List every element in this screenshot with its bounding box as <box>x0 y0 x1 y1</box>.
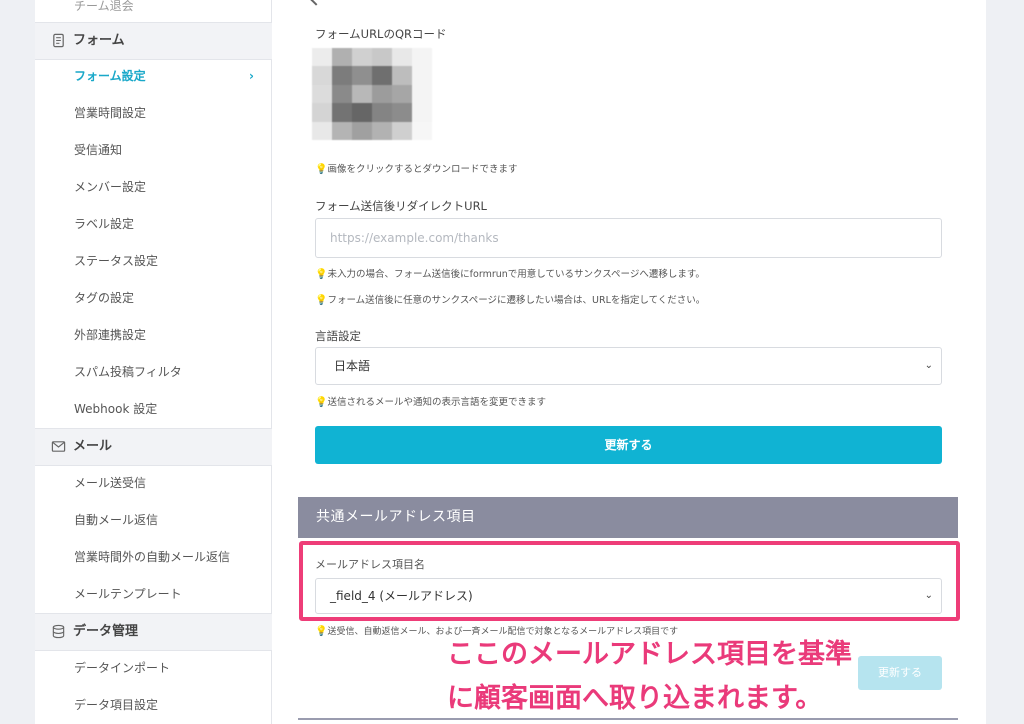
redirect-hint-1: 💡未入力の場合、フォーム送信後にformrunで用意しているサンクスページへ遷移… <box>315 269 705 280</box>
sidebar-item-label: フォーム設定 <box>74 69 146 83</box>
lightbulb-icon: 💡 <box>315 164 328 175</box>
sidebar-item-integrations[interactable]: 外部連携設定 <box>35 317 272 353</box>
sidebar-item-auto-reply[interactable]: 自動メール返信 <box>35 502 272 538</box>
update-button[interactable]: 更新する <box>315 426 942 464</box>
qr-code-image[interactable] <box>312 48 432 140</box>
email-panel-title: 共通メールアドレス項目 <box>298 497 958 538</box>
sidebar-section-label: フォーム <box>73 33 125 48</box>
sidebar-item-data-import[interactable]: データインポート <box>35 650 272 686</box>
sidebar-item-team-leave[interactable]: チーム退会 <box>35 0 272 24</box>
update-button-secondary[interactable]: 更新する <box>858 656 942 690</box>
sidebar-item-spam-filter[interactable]: スパム投稿フィルタ <box>35 354 272 390</box>
lightbulb-icon: 💡 <box>315 295 328 306</box>
annotation-line-2: に顧客画面へ取り込まれます。 <box>447 683 823 714</box>
sidebar-item-form-settings[interactable]: フォーム設定 › <box>35 58 272 94</box>
sidebar-item-tags[interactable]: タグの設定 <box>35 280 272 316</box>
document-icon <box>53 33 64 48</box>
sidebar-item-notifications[interactable]: 受信通知 <box>35 132 272 168</box>
redirect-url-input[interactable]: https://example.com/thanks <box>315 218 942 258</box>
sidebar-item-mail-templates[interactable]: メールテンプレート <box>35 576 272 612</box>
database-icon <box>52 624 65 639</box>
sidebar-section-mail: メール <box>35 428 272 466</box>
email-field-highlight-box <box>299 541 960 621</box>
cut-chevron-icon <box>310 0 322 6</box>
sidebar-item-status[interactable]: ステータス設定 <box>35 243 272 279</box>
mail-icon <box>51 441 66 452</box>
sidebar-item-mail-inbox[interactable]: メール送受信 <box>35 465 272 501</box>
qr-code-label: フォームURLのQRコード <box>315 27 447 41</box>
redirect-url-label: フォーム送信後リダイレクトURL <box>315 199 487 213</box>
lightbulb-icon: 💡 <box>315 397 328 408</box>
sidebar-section-data: データ管理 <box>35 613 272 651</box>
language-hint: 💡送信されるメールや通知の表示言語を変更できます <box>315 397 546 408</box>
language-label: 言語設定 <box>315 329 361 343</box>
language-select[interactable]: 日本語 ⌄ <box>315 347 942 385</box>
lightbulb-icon: 💡 <box>315 269 328 280</box>
sidebar-item-webhook[interactable]: Webhook 設定 <box>35 391 272 427</box>
redirect-hint-2: 💡フォーム送信後に任意のサンクスページに遷移したい場合は、URLを指定してくださ… <box>315 295 706 306</box>
sidebar-section-label: メール <box>73 439 113 454</box>
annotation-line-1: ここのメールアドレス項目を基準 <box>447 639 852 670</box>
sidebar-item-labels[interactable]: ラベル設定 <box>35 206 272 242</box>
main-content: フォームURLのQRコード 💡画像をクリックするとダウンロードできます フォーム… <box>272 0 986 724</box>
sidebar-section-label: データ管理 <box>73 624 139 639</box>
chevron-down-icon: ⌄ <box>924 360 933 371</box>
right-gutter <box>986 0 1024 724</box>
sidebar-item-data-fields[interactable]: データ項目設定 <box>35 687 272 723</box>
lightbulb-icon: 💡 <box>315 626 328 637</box>
sidebar: チーム退会 フォーム フォーム設定 › 営業時間設定 受信通知 メンバー設定 ラ… <box>35 0 272 724</box>
sidebar-item-business-hours[interactable]: 営業時間設定 <box>35 95 272 131</box>
language-select-value: 日本語 <box>334 359 371 373</box>
divider <box>298 718 958 720</box>
sidebar-item-after-hours-reply[interactable]: 営業時間外の自動メール返信 <box>35 539 272 575</box>
sidebar-item-members[interactable]: メンバー設定 <box>35 169 272 205</box>
sidebar-section-form: フォーム <box>35 22 272 60</box>
chevron-right-icon: › <box>249 69 254 83</box>
qr-hint: 💡画像をクリックするとダウンロードできます <box>315 164 518 175</box>
